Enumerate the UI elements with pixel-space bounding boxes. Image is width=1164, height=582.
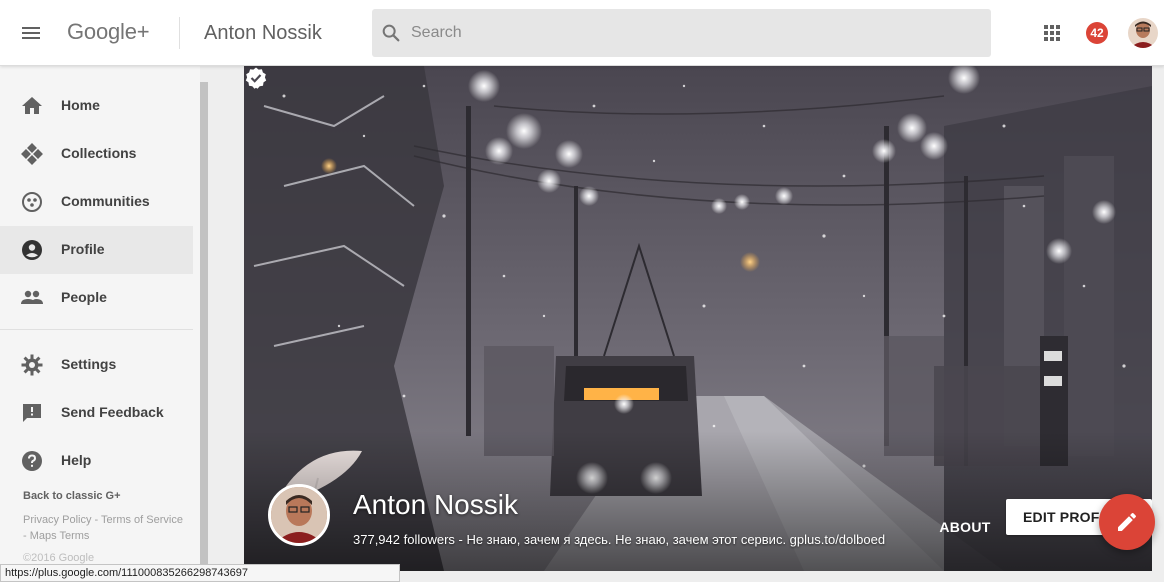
home-icon: [22, 97, 42, 114]
feedback-icon: [23, 404, 41, 422]
sidebar-item-collections[interactable]: Collections: [0, 130, 193, 178]
compose-fab[interactable]: [1099, 494, 1155, 550]
profile-avatar[interactable]: [268, 484, 330, 546]
apps-grid-icon[interactable]: [1041, 22, 1063, 44]
copyright-text: ©2016 Google: [23, 552, 95, 564]
terms-of-service-link[interactable]: Terms of Service: [101, 514, 183, 526]
menu-button[interactable]: [16, 20, 46, 46]
header-divider: [179, 17, 180, 49]
sidebar-item-label: Settings: [61, 356, 117, 372]
back-to-classic-link[interactable]: Back to classic G+: [23, 490, 121, 502]
sidebar-item-settings[interactable]: Settings: [0, 341, 193, 389]
sidebar-item-people[interactable]: People: [0, 274, 193, 322]
sidebar-scrollbar[interactable]: [200, 82, 208, 570]
profile-cover: Anton Nossik 377,942 followers - Не знаю…: [244, 66, 1152, 571]
navigation-drawer: Home Collections Communities Profile Peo…: [0, 66, 200, 582]
sidebar-item-profile[interactable]: Profile: [0, 226, 193, 274]
profile-icon: [22, 240, 42, 260]
search-icon: [382, 24, 400, 42]
google-plus-logo[interactable]: Google+: [67, 19, 150, 45]
profile-tagline: 377,942 followers - Не знаю, зачем я зде…: [353, 532, 886, 547]
sidebar-item-label: Profile: [61, 241, 105, 257]
menu-icon: [22, 27, 40, 39]
status-bar-url: https://plus.google.com/1110008352662987…: [0, 564, 400, 582]
footer-links: Privacy Policy - Terms of Service - Maps…: [23, 512, 183, 544]
sidebar-item-label: Collections: [61, 145, 137, 161]
gear-icon: [21, 354, 43, 376]
verified-check-icon: [245, 67, 267, 89]
search-input[interactable]: [411, 18, 971, 48]
account-avatar[interactable]: [1128, 18, 1158, 48]
sidebar-item-label: Send Feedback: [61, 404, 164, 420]
help-icon: [22, 451, 42, 471]
sidebar-item-label: Communities: [61, 193, 150, 209]
footer-separator: -: [23, 530, 30, 542]
page-title: Anton Nossik: [204, 22, 322, 44]
people-icon: [21, 290, 43, 304]
sidebar-item-send-feedback[interactable]: Send Feedback: [0, 389, 193, 437]
sidebar-item-communities[interactable]: Communities: [0, 178, 193, 226]
sidebar-item-label: People: [61, 289, 107, 305]
footer-separator: -: [91, 514, 102, 526]
profile-name: Anton Nossik: [353, 489, 518, 520]
notifications-badge[interactable]: 42: [1086, 22, 1108, 44]
about-button[interactable]: ABOUT: [934, 509, 996, 545]
collections-icon: [21, 143, 43, 165]
sidebar-item-label: Help: [61, 452, 92, 468]
sidebar-item-label: Home: [61, 97, 100, 113]
pencil-icon: [1118, 512, 1136, 531]
privacy-policy-link[interactable]: Privacy Policy: [23, 514, 91, 526]
sidebar-item-help[interactable]: Help: [0, 437, 193, 485]
sidebar-divider: [0, 329, 193, 330]
maps-terms-link[interactable]: Maps Terms: [30, 530, 90, 542]
top-app-bar: Google+ Anton Nossik 42: [0, 0, 1164, 66]
sidebar-item-home[interactable]: Home: [0, 82, 193, 130]
communities-icon: [22, 192, 42, 212]
